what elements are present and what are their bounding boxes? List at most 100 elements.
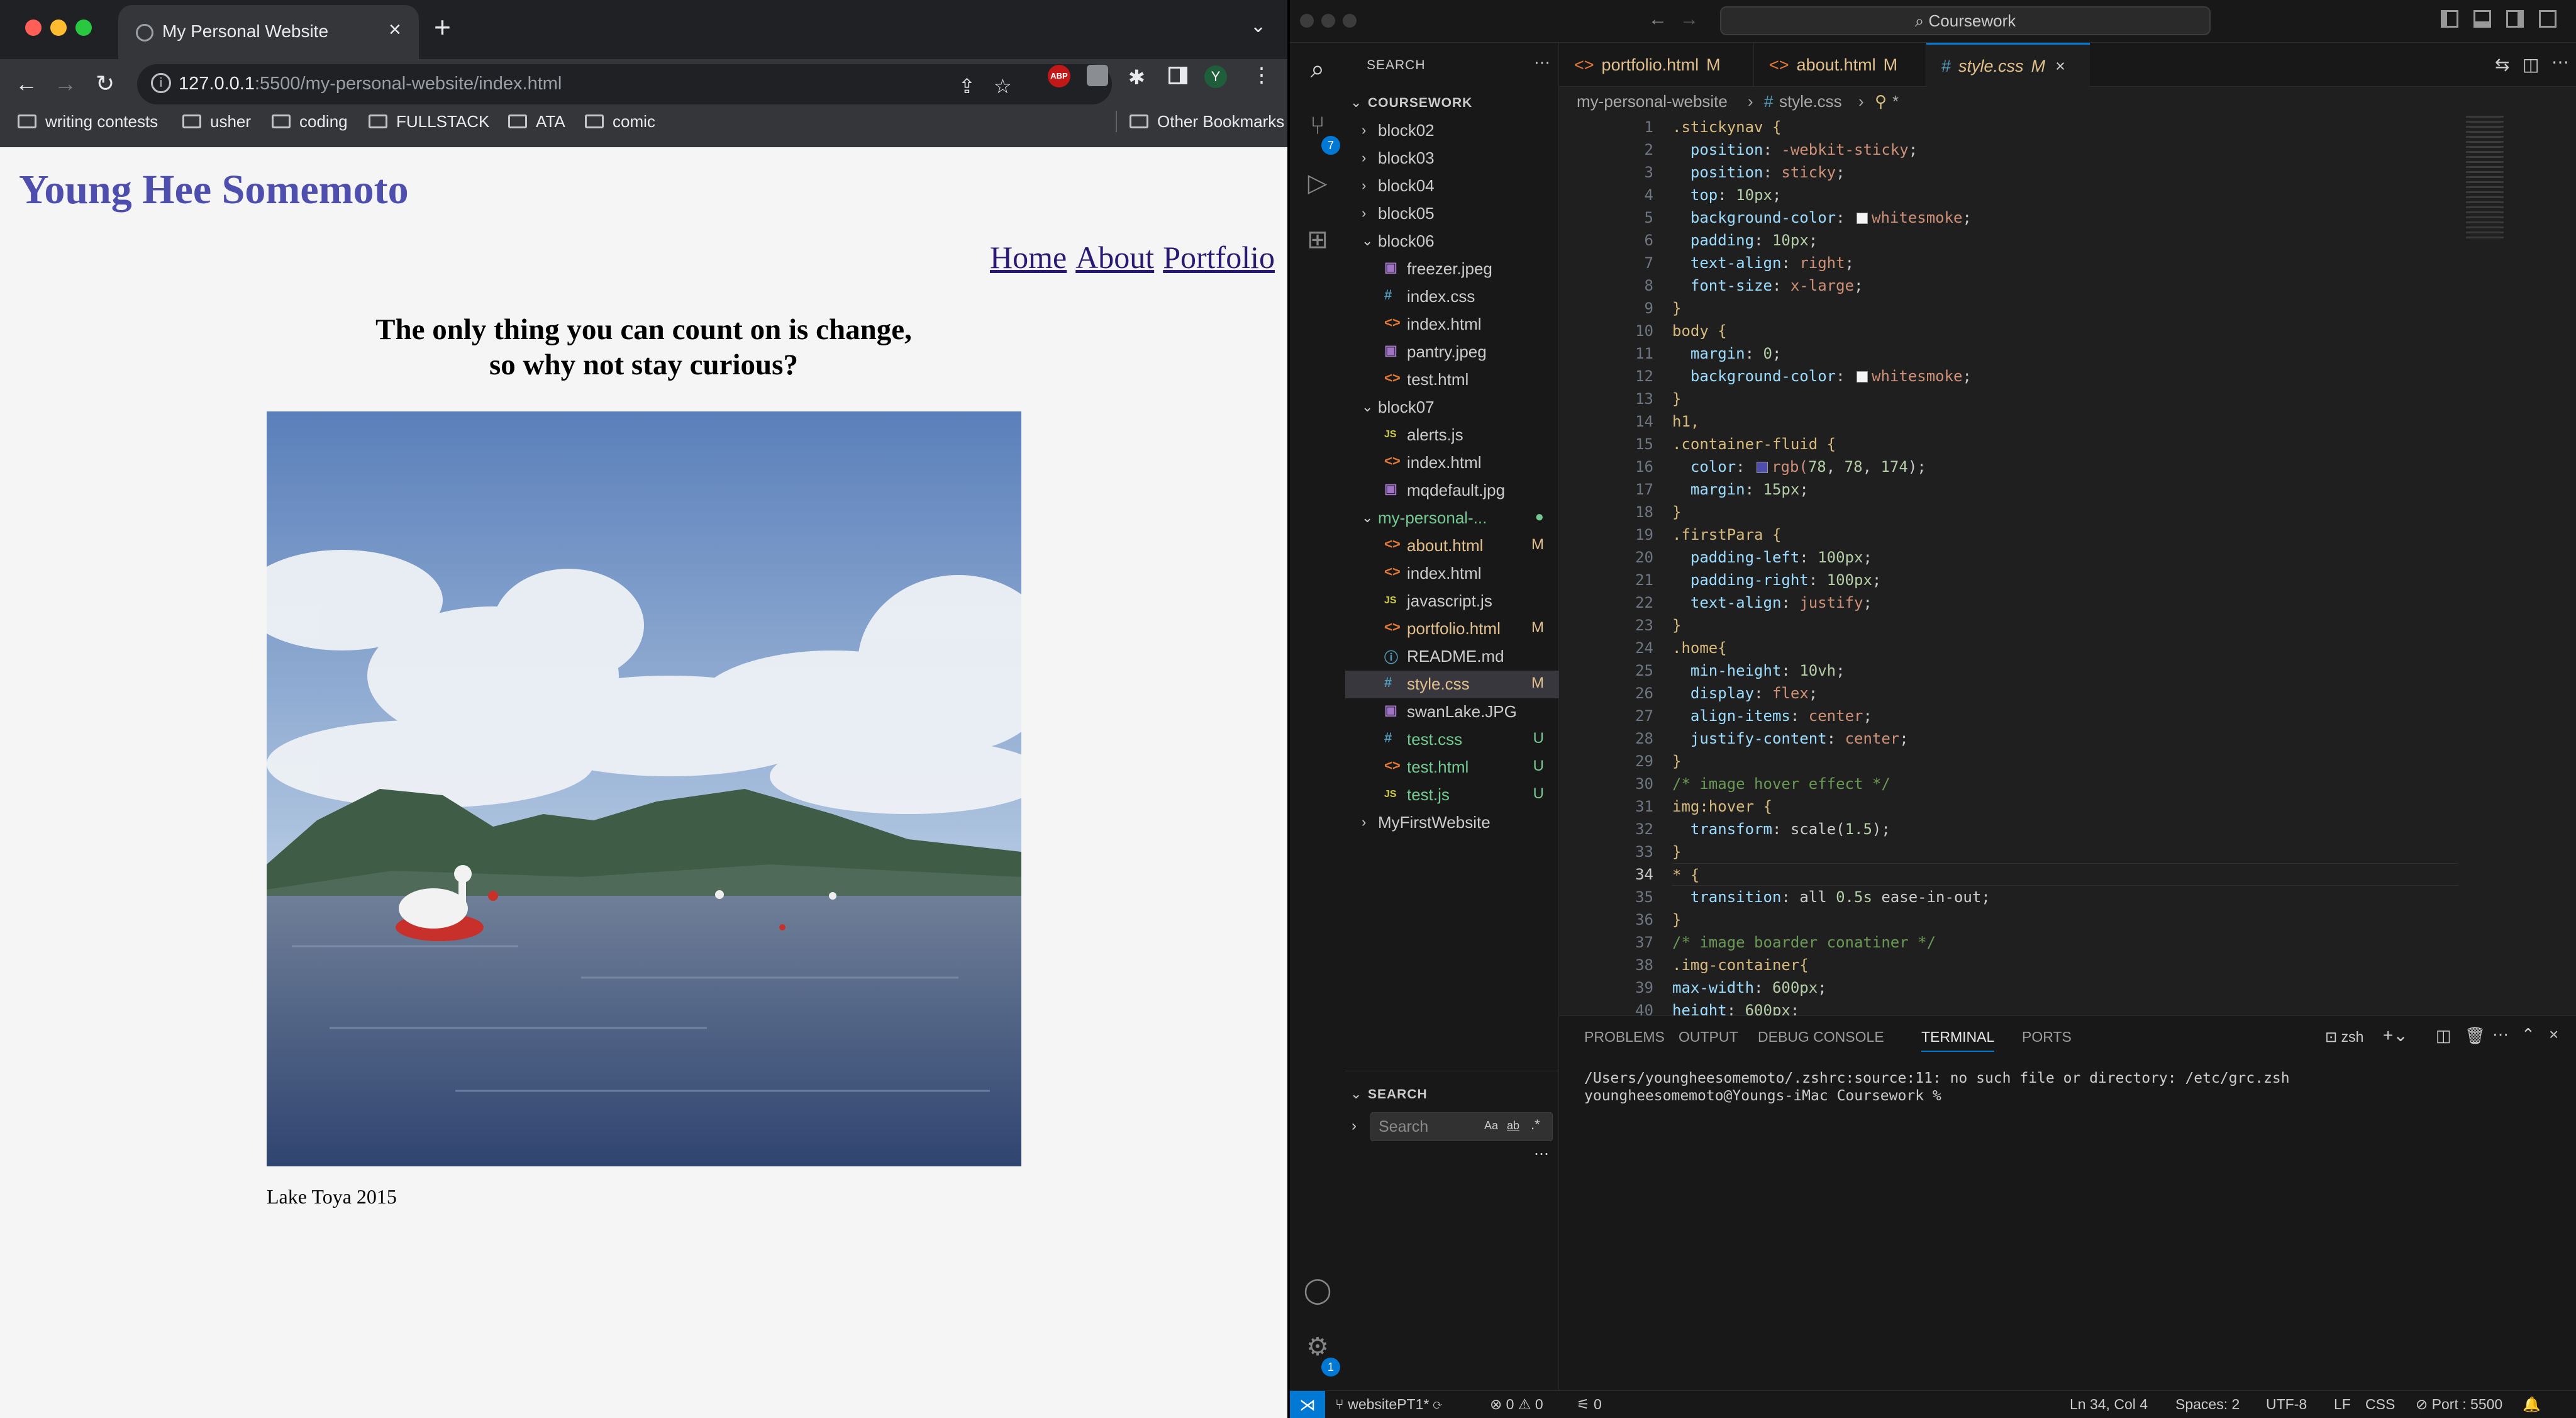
code-line[interactable]: transform: scale(1.5); <box>1672 818 1890 840</box>
tree-file[interactable]: # test.css U <box>1345 726 1559 754</box>
cursor-position[interactable]: Ln 34, Col 4 <box>2070 1396 2148 1413</box>
code-line[interactable]: body { <box>1672 320 1727 342</box>
panel-tab-problems[interactable]: PROBLEMS <box>1584 1029 1665 1046</box>
code-line[interactable]: } <box>1672 501 1681 523</box>
code-line[interactable]: padding-right: 100px; <box>1672 569 1881 591</box>
terminal-prompt[interactable]: youngheesomemoto@Youngs-iMac Coursework … <box>1584 1088 1941 1104</box>
bookmark-star-icon[interactable]: ☆ <box>994 74 1012 98</box>
panel-tab-terminal[interactable]: TERMINAL <box>1921 1029 1995 1052</box>
nav-link-about[interactable]: About <box>1075 240 1154 275</box>
code-line[interactable]: text-align: justify; <box>1672 591 1872 614</box>
tab-portfolio-html[interactable]: <> portfolio.html M <box>1559 43 1754 87</box>
notifications-bell-icon[interactable]: 🔔 <box>2523 1396 2541 1413</box>
tree-file[interactable]: <> index.html <box>1345 560 1559 588</box>
bookmark-folder[interactable]: coding <box>272 111 348 132</box>
whole-word-icon[interactable]: ab <box>1507 1119 1519 1132</box>
tree-file[interactable]: <> index.html <box>1345 449 1559 477</box>
close-window-button[interactable] <box>25 20 42 36</box>
nav-forward-icon[interactable]: → <box>1680 9 1699 30</box>
tree-file[interactable]: ▣ freezer.jpeg <box>1345 255 1559 283</box>
tree-file[interactable]: # style.css M <box>1345 671 1559 698</box>
tree-file[interactable]: JS javascript.js <box>1345 588 1559 615</box>
code-line[interactable]: } <box>1672 388 1681 410</box>
code-line[interactable]: margin: 15px; <box>1672 478 1809 501</box>
minimap[interactable] <box>2466 116 2504 242</box>
color-swatch[interactable] <box>1857 371 1868 382</box>
line-ending[interactable]: LF <box>2334 1396 2351 1413</box>
code-line[interactable]: padding: 10px; <box>1672 229 1818 252</box>
customize-layout-icon[interactable] <box>2539 10 2557 28</box>
problems-indicator[interactable]: ⊗ 0 ⚠ 0 <box>1490 1396 1543 1413</box>
tree-folder[interactable]: ⌄ my-personal-... ● <box>1345 505 1559 532</box>
code-line[interactable]: } <box>1672 297 1681 320</box>
tree-folder[interactable]: ⌄ block06 <box>1345 228 1559 255</box>
search-view-icon[interactable]: ⌕ <box>1301 55 1334 88</box>
code-line[interactable]: img:hover { <box>1672 795 1772 818</box>
code-line[interactable]: * { <box>1672 863 2458 886</box>
panel-tab-ports[interactable]: PORTS <box>2022 1029 2072 1046</box>
url-text[interactable]: 127.0.0.1:5500/my-personal-website/index… <box>179 74 562 94</box>
code-line[interactable]: .stickynav { <box>1672 116 1781 138</box>
code-line[interactable]: } <box>1672 840 1681 863</box>
share-icon[interactable]: ⇪ <box>958 74 975 98</box>
regex-icon[interactable]: .* <box>1531 1117 1540 1133</box>
toggle-secondary-sidebar-icon[interactable] <box>2506 10 2524 28</box>
tab-close-icon[interactable]: × <box>389 18 401 42</box>
side-panel-icon[interactable] <box>1169 67 1187 84</box>
panel-tab-debug-console[interactable]: DEBUG CONSOLE <box>1758 1029 1884 1046</box>
code-line[interactable]: /* image boarder conatiner */ <box>1672 931 1936 954</box>
other-bookmarks-folder[interactable]: Other Bookmarks <box>1116 111 1284 132</box>
nav-link-portfolio[interactable]: Portfolio <box>1163 240 1275 275</box>
search-section-header[interactable]: ⌄ SEARCH <box>1345 1081 1559 1108</box>
code-line[interactable]: .container-fluid { <box>1672 433 1836 455</box>
extensions-icon[interactable]: ⊞ <box>1301 225 1334 258</box>
tree-file[interactable]: <> index.html <box>1345 311 1559 338</box>
code-line[interactable]: .img-container{ <box>1672 954 1809 976</box>
code-line[interactable]: .firstPara { <box>1672 523 1781 546</box>
explorer-root[interactable]: ⌄ COURSEWORK <box>1345 89 1559 117</box>
tree-file[interactable]: <> portfolio.html M <box>1345 615 1559 643</box>
site-info-icon[interactable]: i <box>151 73 171 93</box>
bookmark-folder[interactable]: writing contests <box>18 111 158 132</box>
code-line[interactable]: background-color: whitesmoke; <box>1672 365 1972 388</box>
breadcrumb-folder[interactable]: my-personal-website <box>1577 92 1728 111</box>
code-line[interactable]: } <box>1672 750 1681 773</box>
code-line[interactable]: font-size: x-large; <box>1672 274 1863 297</box>
profile-avatar[interactable]: Y <box>1204 65 1227 88</box>
bookmark-folder[interactable]: usher <box>182 111 251 132</box>
tree-file[interactable]: # index.css <box>1345 283 1559 311</box>
breadcrumb-symbol[interactable]: * <box>1892 92 1899 111</box>
language-mode[interactable]: CSS <box>2365 1396 2395 1413</box>
code-line[interactable]: h1, <box>1672 410 1699 433</box>
back-button[interactable]: ← <box>15 70 38 97</box>
split-editor-icon[interactable]: ◫ <box>2523 54 2539 75</box>
tree-file[interactable]: ▣ pantry.jpeg <box>1345 338 1559 366</box>
close-window-button[interactable] <box>1300 14 1314 28</box>
live-server-indicator[interactable]: ⊘ Port : 5500 <box>2416 1396 2502 1413</box>
tab-style-css[interactable]: # style.css M × <box>1926 43 2090 88</box>
terminal-shell-selector[interactable]: ⊡ zsh <box>2325 1029 2363 1046</box>
indentation[interactable]: Spaces: 2 <box>2175 1396 2240 1413</box>
remote-indicator-icon[interactable]: ⋊ <box>1290 1391 1325 1418</box>
code-line[interactable]: margin: 0; <box>1672 342 1782 365</box>
tree-file[interactable]: JS alerts.js <box>1345 421 1559 449</box>
tree-folder[interactable]: › block02 <box>1345 117 1559 145</box>
minimize-window-button[interactable] <box>1321 14 1335 28</box>
code-line[interactable]: position: -webkit-sticky; <box>1672 138 1918 161</box>
split-terminal-icon[interactable]: ◫ <box>2436 1026 2451 1046</box>
code-line[interactable]: /* image hover effect */ <box>1672 773 1890 795</box>
more-actions-icon[interactable]: ⋯ <box>2551 52 2569 72</box>
code-line[interactable]: align-items: center; <box>1672 705 1872 727</box>
code-line[interactable]: display: flex; <box>1672 682 1818 705</box>
more-actions-icon[interactable]: ⋯ <box>1534 1145 1549 1163</box>
breadcrumb-file[interactable]: style.css <box>1779 92 1842 111</box>
tree-file[interactable]: ⓘ README.md <box>1345 643 1559 671</box>
code-line[interactable]: .home{ <box>1672 637 1727 659</box>
code-line[interactable]: height: 600px; <box>1672 999 1799 1015</box>
forward-button[interactable]: → <box>54 70 77 97</box>
address-bar[interactable]: i 127.0.0.1:5500/my-personal-website/ind… <box>137 64 1112 104</box>
code-line[interactable]: min-height: 10vh; <box>1672 659 1845 682</box>
tree-file[interactable]: ▣ mqdefault.jpg <box>1345 477 1559 505</box>
new-tab-button[interactable]: + <box>434 10 451 44</box>
tree-file[interactable]: ▣ swanLake.JPG <box>1345 698 1559 726</box>
